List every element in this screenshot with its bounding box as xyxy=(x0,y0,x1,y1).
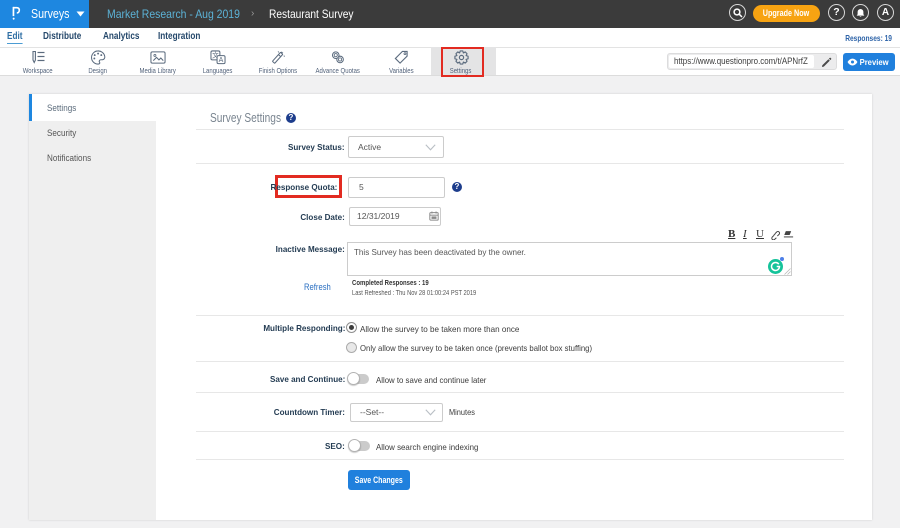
svg-text:A: A xyxy=(219,57,224,64)
